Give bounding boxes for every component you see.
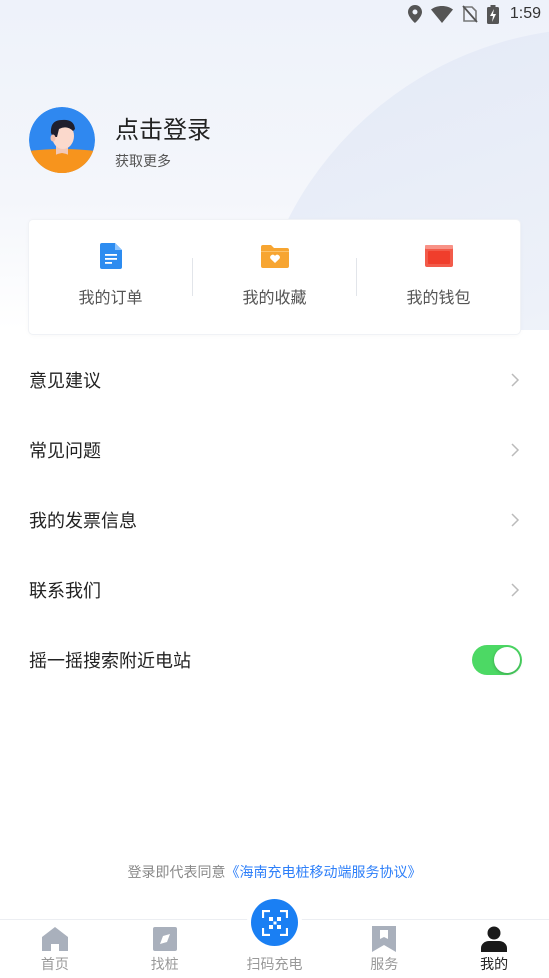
- menu-item-label: 我的发票信息: [29, 511, 137, 532]
- tab-home[interactable]: 首页: [0, 920, 110, 978]
- menu-item-faq[interactable]: 常见问题: [0, 415, 549, 485]
- my-favorites-label: 我的收藏: [242, 288, 307, 307]
- avatar-illustration-icon: [29, 107, 95, 173]
- tab-label: 首页: [40, 957, 69, 973]
- menu-item-label: 联系我们: [29, 581, 101, 602]
- wifi-icon: [430, 5, 453, 23]
- my-orders-button[interactable]: 我的订单: [29, 220, 192, 334]
- menu-item-feedback[interactable]: 意见建议: [0, 345, 549, 415]
- document-icon: [97, 242, 125, 270]
- chevron-right-icon: [511, 373, 520, 387]
- my-orders-label: 我的订单: [78, 288, 143, 307]
- shake-search-toggle[interactable]: [472, 645, 522, 675]
- toggle-knob: [494, 647, 520, 673]
- tab-find-station[interactable]: 找桩: [110, 920, 220, 978]
- tab-label: 我的: [480, 957, 509, 973]
- heart-folder-icon: [260, 242, 289, 270]
- menu-item-label: 摇一摇搜索附近电站: [29, 651, 191, 672]
- location-icon: [407, 5, 422, 23]
- no-sim-icon: [462, 5, 478, 23]
- profile-header[interactable]: 点击登录 获取更多: [29, 107, 211, 173]
- menu-item-shake-search: 摇一摇搜索附近电站: [0, 625, 549, 695]
- tab-mine[interactable]: 我的: [439, 920, 549, 978]
- login-title[interactable]: 点击登录: [115, 110, 211, 145]
- chevron-right-icon: [511, 443, 520, 457]
- tab-service[interactable]: 服务: [329, 920, 439, 978]
- tab-label: 找桩: [150, 957, 179, 973]
- login-subtitle: 获取更多: [115, 153, 171, 170]
- settings-menu: 意见建议 常见问题 我的发票信息 联系我们 摇一摇搜索附近电站: [0, 345, 549, 695]
- menu-item-label: 常见问题: [29, 441, 101, 462]
- quick-actions-card: 我的订单 我的收藏 我的钱包: [29, 220, 520, 334]
- my-wallet-label: 我的钱包: [406, 288, 471, 307]
- agreement-text: 登录即代表同意《海南充电桩移动端服务协议》: [0, 862, 549, 882]
- wallet-icon: [424, 242, 453, 270]
- status-time: 1:59: [509, 5, 541, 22]
- scan-charge-button[interactable]: [251, 899, 298, 946]
- menu-item-label: 意见建议: [29, 371, 101, 392]
- agreement-link[interactable]: 《海南充电桩移动端服务协议》: [226, 865, 422, 881]
- user-icon: [481, 926, 508, 952]
- menu-item-invoice[interactable]: 我的发票信息: [0, 485, 549, 555]
- compass-icon: [152, 926, 178, 952]
- chevron-right-icon: [511, 583, 520, 597]
- avatar[interactable]: [29, 107, 95, 173]
- chevron-right-icon: [511, 513, 520, 527]
- bookmark-icon: [371, 926, 397, 952]
- tab-label: 扫码充电: [246, 957, 303, 973]
- my-wallet-button[interactable]: 我的钱包: [357, 220, 520, 334]
- scan-icon: [261, 909, 288, 936]
- agreement-prefix: 登录即代表同意: [127, 865, 226, 881]
- battery-charging-icon: [486, 4, 499, 24]
- home-icon: [41, 926, 68, 952]
- status-bar: 1:59: [0, 0, 549, 28]
- tab-label: 服务: [370, 957, 399, 973]
- my-favorites-button[interactable]: 我的收藏: [193, 220, 356, 334]
- menu-item-contact[interactable]: 联系我们: [0, 555, 549, 625]
